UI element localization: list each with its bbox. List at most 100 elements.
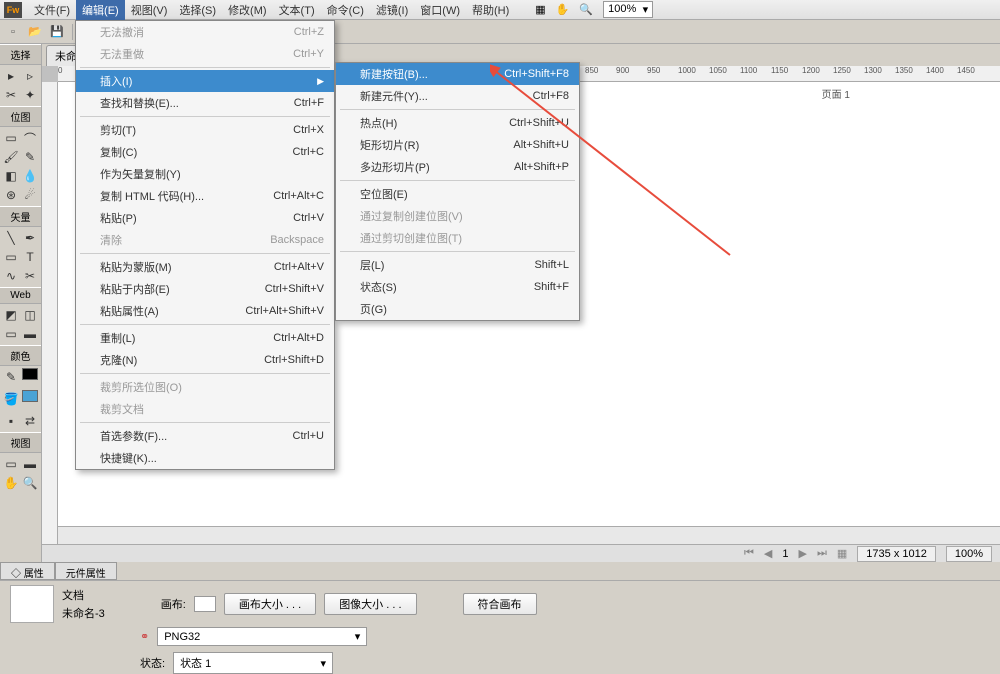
menu-item[interactable]: 查找和替换(E)...Ctrl+F [76,92,334,114]
zoom-level[interactable]: 100% [946,546,992,562]
subselection-tool[interactable]: ▹ [21,67,39,85]
menu-item[interactable]: 快捷键(K)... [76,447,334,469]
pencil-tool[interactable]: ✎ [21,148,39,166]
magnify-icon[interactable]: 🔍 [579,3,593,16]
tab-symbol-properties[interactable]: 元件属性 [55,562,117,580]
menu-file[interactable]: 文件(F) [28,0,76,20]
state-dropdown[interactable]: 状态 1▾ [173,652,333,674]
submenu-item[interactable]: 新建按钮(B)...Ctrl+Shift+F8 [336,63,579,85]
menu-item[interactable]: 复制(C)Ctrl+C [76,141,334,163]
menu-item[interactable]: 无法重做Ctrl+Y [76,43,334,65]
first-page-icon[interactable]: ⏮ [744,547,754,560]
submenu-item[interactable]: 热点(H)Ctrl+Shift+U [336,112,579,134]
zoom-tool[interactable]: 🔍 [21,474,39,492]
format-dropdown[interactable]: PNG32▾ [157,627,367,646]
knife-tool[interactable]: ✂ [21,267,39,285]
standard-screen-icon[interactable]: ▭ [2,455,20,473]
image-size-button[interactable]: 图像大小 . . . [324,593,416,615]
property-tabs: ◇ 属性 元件属性 [0,562,117,580]
stroke-color-icon[interactable]: ✎ [2,368,20,386]
submenu-item[interactable]: 通过剪切创建位图(T) [336,227,579,249]
menu-view[interactable]: 视图(V) [125,0,174,20]
fill-color-icon[interactable]: 🪣 [2,390,20,408]
menu-window[interactable]: 窗口(W) [414,0,466,20]
prev-page-icon[interactable]: ◀ [764,547,772,560]
pointer-tool[interactable]: ▸ [2,67,20,85]
show-slice-icon[interactable]: ▬ [21,325,39,343]
menu-item[interactable]: 无法撤消Ctrl+Z [76,21,334,43]
menu-item[interactable]: 插入(I)▶ [76,70,334,92]
submenu-item[interactable]: 状态(S)Shift+F [336,276,579,298]
menu-item[interactable]: 裁剪所选位图(O) [76,376,334,398]
rectangle-tool[interactable]: ▭ [2,248,20,266]
eraser-tool[interactable]: ◧ [2,167,20,185]
page-indicator: 页面 1 [822,86,850,101]
chain-icon[interactable]: ⚭ [140,630,149,643]
horizontal-scrollbar[interactable] [58,526,1000,544]
canvas-size-button[interactable]: 画布大小 . . . [224,593,316,615]
menu-item[interactable]: 清除Backspace [76,229,334,251]
menu-item[interactable]: 粘贴(P)Ctrl+V [76,207,334,229]
menu-item[interactable]: 首选参数(F)...Ctrl+U [76,425,334,447]
section-vector: 矢量 [0,206,41,227]
freeform-tool[interactable]: ∿ [2,267,20,285]
next-page-icon[interactable]: ▶ [799,547,807,560]
menu-item[interactable]: 克隆(N)Ctrl+Shift+D [76,349,334,371]
text-tool[interactable]: T [21,248,39,266]
submenu-item[interactable]: 页(G) [336,298,579,320]
line-tool[interactable]: ╲ [2,229,20,247]
stroke-swatch[interactable] [22,368,38,380]
submenu-item[interactable]: 矩形切片(R)Alt+Shift+U [336,134,579,156]
hand-icon[interactable]: ✋ [556,3,570,16]
menu-select[interactable]: 选择(S) [173,0,222,20]
full-screen-icon[interactable]: ▬ [21,455,39,473]
submenu-item[interactable]: 空位图(E) [336,183,579,205]
slice-tool[interactable]: ◫ [21,306,39,324]
menu-item[interactable]: 重制(L)Ctrl+Alt+D [76,327,334,349]
lasso-tool[interactable]: ⌒ [21,129,39,147]
menu-item[interactable]: 粘贴于内部(E)Ctrl+Shift+V [76,278,334,300]
hide-slice-icon[interactable]: ▭ [2,325,20,343]
zoom-field[interactable]: 100%▾ [603,1,653,18]
menu-text[interactable]: 文本(T) [273,0,321,20]
menu-help[interactable]: 帮助(H) [466,0,515,20]
submenu-item[interactable]: 多边形切片(P)Alt+Shift+P [336,156,579,178]
hotspot-tool[interactable]: ◩ [2,306,20,324]
swap-colors-icon[interactable]: ⇄ [21,412,39,430]
submenu-item[interactable]: 新建元件(Y)...Ctrl+F8 [336,85,579,107]
tab-properties[interactable]: ◇ 属性 [0,562,55,580]
menu-filters[interactable]: 滤镜(I) [370,0,414,20]
section-bitmap: 位图 [0,106,41,127]
last-page-icon[interactable]: ⏭ [817,547,827,560]
stop-icon[interactable]: ▦ [535,3,545,16]
menu-commands[interactable]: 命令(C) [321,0,370,20]
default-colors-icon[interactable]: ▪ [2,412,20,430]
save-icon[interactable]: 💾 [48,23,66,41]
redeye-tool[interactable]: ☄ [21,186,39,204]
menu-item[interactable]: 作为矢量复制(Y) [76,163,334,185]
submenu-item[interactable]: 通过复制创建位图(V) [336,205,579,227]
open-icon[interactable]: 📂 [26,23,44,41]
menu-item[interactable]: 粘贴属性(A)Ctrl+Alt+Shift+V [76,300,334,322]
canvas-color-swatch[interactable] [194,596,216,612]
menu-edit[interactable]: 编辑(E) [76,0,125,20]
crop-tool[interactable]: ✂ [2,86,20,104]
new-doc-icon[interactable]: ▫ [4,23,22,41]
magic-wand-tool[interactable]: ✦ [21,86,39,104]
app-logo: Fw [4,2,22,18]
menu-modify[interactable]: 修改(M) [222,0,273,20]
misc-nav-icon[interactable]: ▦ [837,547,847,560]
hand-tool[interactable]: ✋ [2,474,20,492]
blur-tool[interactable]: 💧 [21,167,39,185]
menu-item[interactable]: 粘贴为蒙版(M)Ctrl+Alt+V [76,256,334,278]
menu-item[interactable]: 剪切(T)Ctrl+X [76,119,334,141]
stamp-tool[interactable]: ⊛ [2,186,20,204]
menu-item[interactable]: 裁剪文档 [76,398,334,420]
pen-tool[interactable]: ✒ [21,229,39,247]
menu-item[interactable]: 复制 HTML 代码(H)...Ctrl+Alt+C [76,185,334,207]
submenu-item[interactable]: 层(L)Shift+L [336,254,579,276]
brush-tool[interactable]: 🖌 [2,148,20,166]
fit-canvas-button[interactable]: 符合画布 [463,593,537,615]
fill-swatch[interactable] [22,390,38,402]
marquee-tool[interactable]: ▭ [2,129,20,147]
